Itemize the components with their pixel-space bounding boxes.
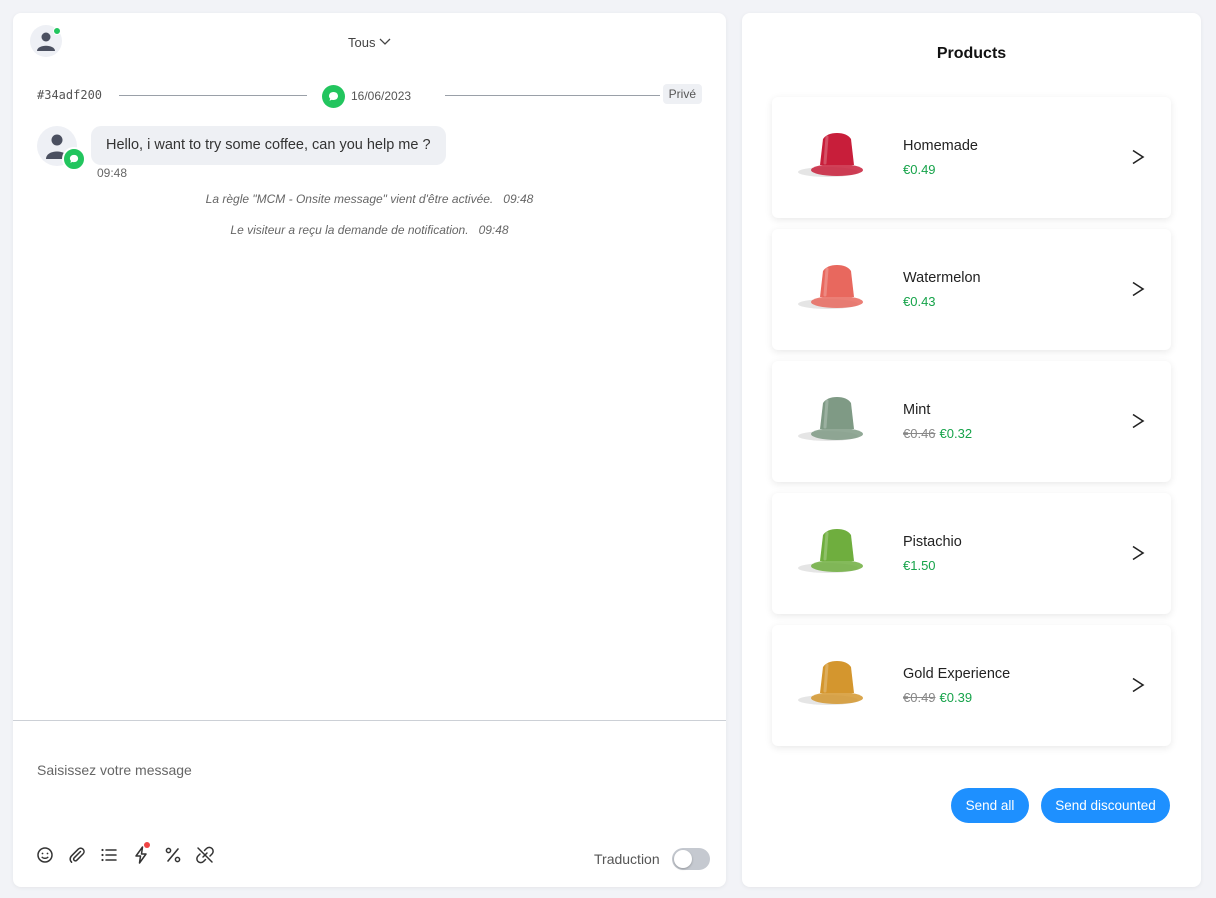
divider-left <box>119 95 307 96</box>
message-bubble: Hello, i want to try some coffee, can yo… <box>91 126 446 165</box>
system-event-text: Le visiteur a reçu la demande de notific… <box>230 223 469 237</box>
product-card[interactable]: Watermelon €0.43 <box>772 229 1171 350</box>
chevron-down-icon <box>380 38 391 45</box>
conversation-meta: #34adf200 16/06/2023 Privé <box>37 84 702 108</box>
product-price: €0.46 €0.32 <box>903 426 972 441</box>
product-price: €1.50 <box>903 558 936 573</box>
lightning-icon <box>135 846 147 864</box>
visibility-badge: Privé <box>662 84 702 104</box>
products-title: Products <box>936 45 1007 62</box>
translation-label: Traduction <box>594 851 660 867</box>
chevron-right-icon <box>1132 281 1145 297</box>
notification-dot <box>144 842 150 848</box>
product-old-price: €0.49 <box>903 690 936 705</box>
chevron-right-icon <box>1132 545 1145 561</box>
emoji-button[interactable] <box>35 845 55 865</box>
product-old-price: €0.46 <box>903 426 936 441</box>
translation-toggle[interactable] <box>672 848 710 870</box>
list-icon <box>101 848 117 862</box>
filter-dropdown[interactable]: Tous <box>348 33 391 51</box>
product-card[interactable]: Pistachio €1.50 <box>772 493 1171 614</box>
chat-bubble-icon <box>69 154 79 163</box>
message-channel-badge <box>62 147 86 171</box>
system-event-time: 09:48 <box>503 192 534 206</box>
composer-divider <box>13 720 726 721</box>
coffee-capsule-icon <box>798 529 863 573</box>
system-event: Le visiteur a reçu la demande de notific… <box>13 223 726 237</box>
product-price: €0.49 €0.39 <box>903 690 972 705</box>
chevron-right-icon <box>1132 149 1145 165</box>
conversation-id: #34adf200 <box>37 88 103 102</box>
product-current-price: €0.39 <box>939 690 973 705</box>
product-name: Gold Experience <box>903 666 1011 682</box>
send-discounted-button[interactable]: Send discounted <box>1041 788 1170 823</box>
coffee-capsule-icon <box>798 265 863 309</box>
product-current-price: €0.49 <box>903 162 936 177</box>
list-button[interactable] <box>99 845 119 865</box>
product-card[interactable]: Mint €0.46 €0.32 <box>772 361 1171 482</box>
coffee-capsule-icon <box>798 133 863 177</box>
product-price: €0.43 <box>903 294 936 309</box>
product-card[interactable]: Gold Experience €0.49 €0.39 <box>772 625 1171 746</box>
filter-label: Tous <box>348 34 376 50</box>
product-name: Pistachio <box>903 534 962 550</box>
online-status-dot <box>53 27 61 35</box>
coffee-capsule-icon <box>798 661 863 705</box>
products-panel: Products Homemade €0.49 Watermelon €0.43… <box>742 13 1201 887</box>
product-current-price: €1.50 <box>903 558 936 573</box>
message-time: 09:48 <box>97 166 128 180</box>
unlink-button[interactable] <box>195 845 215 865</box>
discount-button[interactable] <box>163 845 183 865</box>
chat-bubble-icon <box>329 92 338 101</box>
product-current-price: €0.32 <box>939 426 973 441</box>
composer-toolbar <box>35 842 215 865</box>
divider-right <box>445 95 660 96</box>
message-input[interactable] <box>37 762 677 778</box>
system-event-text: La règle "MCM - Onsite message" vient d'… <box>205 192 494 206</box>
channel-badge <box>322 85 345 108</box>
percent-icon <box>165 847 181 863</box>
send-all-button[interactable]: Send all <box>951 788 1029 823</box>
toggle-knob <box>674 850 692 868</box>
system-event-time: 09:48 <box>478 223 509 237</box>
system-event: La règle "MCM - Onsite message" vient d'… <box>13 192 726 206</box>
attach-button[interactable] <box>67 845 87 865</box>
chat-panel: Tous #34adf200 16/06/2023 Privé Hello, i… <box>13 13 726 887</box>
product-price: €0.49 <box>903 162 936 177</box>
product-card[interactable]: Homemade €0.49 <box>772 97 1171 218</box>
automation-button[interactable] <box>131 842 151 865</box>
link-off-icon <box>196 846 214 864</box>
coffee-capsule-icon <box>798 397 863 441</box>
product-name: Homemade <box>903 138 978 154</box>
conversation-date: 16/06/2023 <box>351 89 412 103</box>
product-name: Watermelon <box>903 270 981 286</box>
chevron-right-icon <box>1132 677 1145 693</box>
product-current-price: €0.43 <box>903 294 936 309</box>
product-name: Mint <box>903 402 931 418</box>
paperclip-icon <box>69 847 85 863</box>
emoji-icon <box>37 847 53 863</box>
chevron-right-icon <box>1132 413 1145 429</box>
